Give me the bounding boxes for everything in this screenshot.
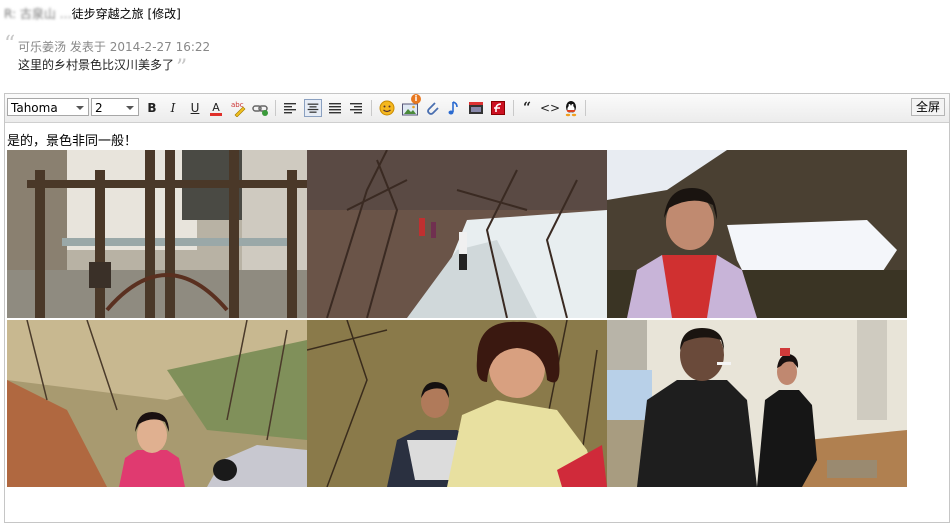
highlight-icon[interactable]: abc — [229, 99, 247, 118]
quote-icon[interactable]: “ — [518, 99, 536, 117]
align-left-icon[interactable] — [281, 99, 299, 117]
font-size-value: 2 — [95, 101, 103, 115]
photo-woman-hillside — [7, 320, 307, 487]
post-title: R: 古泉山 …徒步穿越之旅 [修改] — [4, 5, 181, 22]
toolbar-divider — [275, 100, 276, 116]
quote-author: 可乐姜汤 — [18, 40, 67, 54]
bold-icon[interactable]: B — [143, 99, 161, 117]
reply-editor: Tahoma 2 B I U A abc i “ <> 全屏 是的，景色非同一般… — [4, 93, 950, 523]
image-badge: i — [411, 94, 421, 104]
edit-link[interactable]: [修改] — [148, 7, 181, 21]
photo-woman-snow — [607, 150, 907, 318]
link-icon[interactable] — [251, 99, 269, 117]
svg-text:A: A — [212, 101, 220, 114]
underline-icon[interactable]: U — [186, 99, 204, 117]
font-color-icon[interactable]: A — [207, 99, 225, 117]
fullscreen-button[interactable]: 全屏 — [910, 98, 945, 116]
font-family-value: Tahoma — [11, 101, 58, 115]
chevron-down-icon — [126, 106, 134, 110]
chevron-down-icon — [76, 106, 84, 110]
quote-datetime: 2014-2-27 16:22 — [109, 40, 211, 54]
quote-message-row: 这里的乡村景色比汉川美多了” — [18, 56, 187, 81]
align-center-icon[interactable] — [304, 99, 322, 117]
flash-icon[interactable] — [489, 99, 507, 117]
emoticon-icon[interactable] — [378, 99, 396, 117]
qq-icon[interactable] — [562, 99, 580, 117]
font-family-select[interactable]: Tahoma — [7, 98, 89, 116]
align-right-icon[interactable] — [347, 99, 365, 117]
photo-hikers-trail — [307, 150, 607, 318]
font-size-select[interactable]: 2 — [91, 98, 139, 116]
photo-woman-smiling — [307, 320, 607, 487]
editor-text[interactable]: 是的，景色非同一般！ — [7, 130, 137, 149]
toolbar-divider — [371, 100, 372, 116]
quote-message: 这里的乡村景色比汉川美多了 — [18, 58, 175, 72]
post-title-main: 徒步穿越之旅 — [71, 7, 144, 21]
quote-meta: 可乐姜汤 发表于 2014-2-27 16:22 — [18, 38, 210, 55]
music-icon[interactable] — [445, 99, 463, 117]
close-quote-icon: ” — [176, 56, 188, 81]
post-title-prefix: R: 古泉山 … — [4, 7, 72, 21]
editor-toolbar: Tahoma 2 B I U A abc i “ <> 全屏 — [5, 94, 949, 123]
code-icon[interactable]: <> — [540, 99, 560, 117]
quote-posted-label: 发表于 — [69, 40, 106, 54]
align-justify-icon[interactable] — [326, 99, 344, 117]
toolbar-divider — [585, 100, 586, 116]
open-quote-icon: “ — [4, 32, 16, 57]
attachment-icon[interactable] — [423, 99, 441, 117]
photo-collage — [7, 150, 907, 487]
photo-man-smoking — [607, 320, 907, 487]
photo-gate — [7, 150, 307, 318]
video-icon[interactable] — [467, 99, 485, 117]
italic-icon[interactable]: I — [164, 99, 182, 117]
toolbar-divider — [513, 100, 514, 116]
